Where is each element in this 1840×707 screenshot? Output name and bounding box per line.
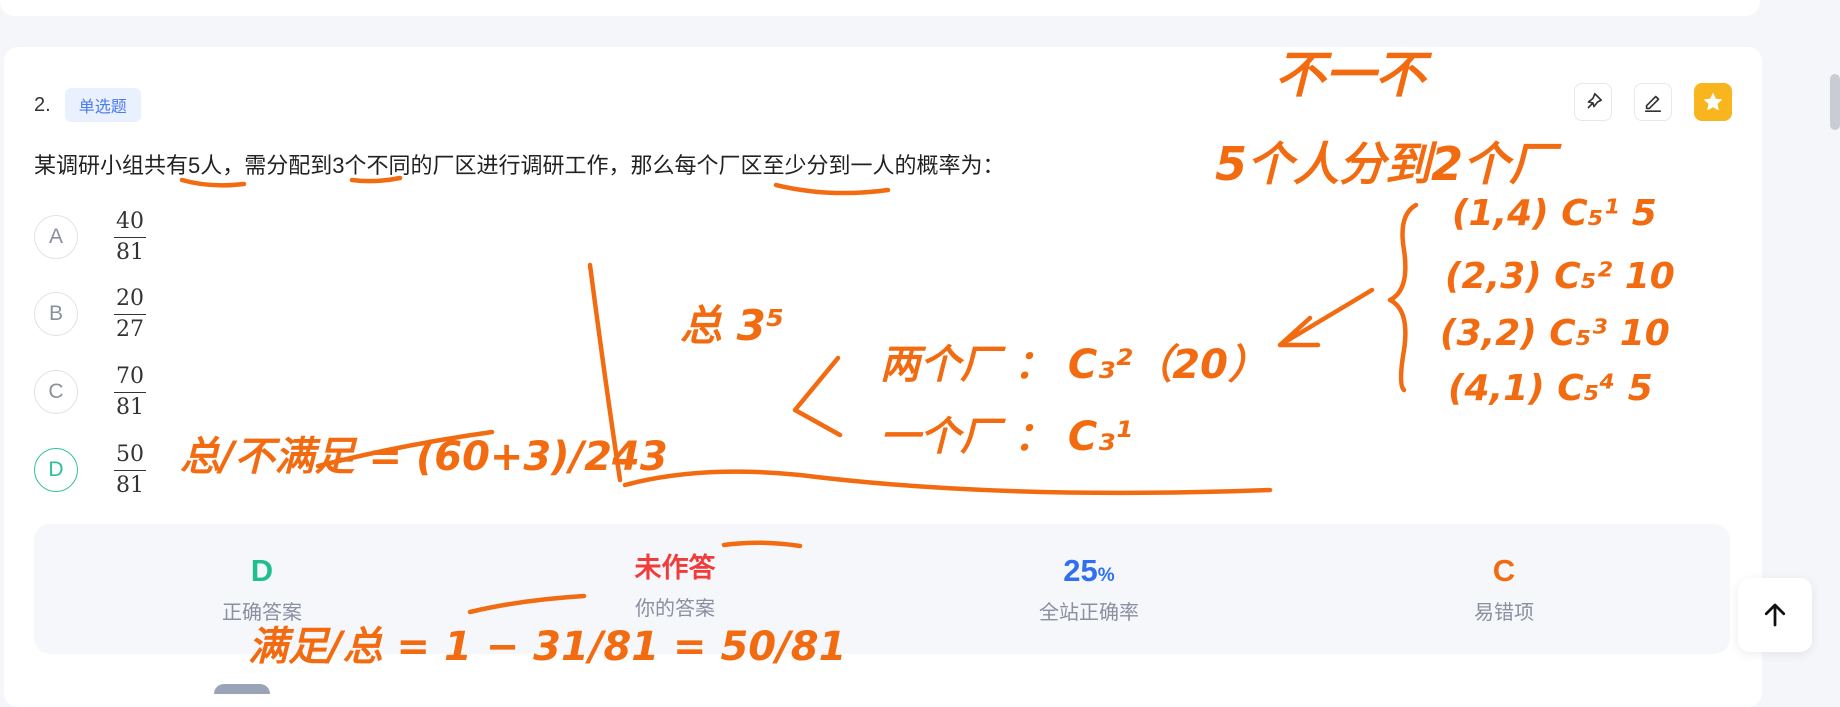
- next-card-edge: [216, 684, 1736, 694]
- stat-your-answer: 未作答 你的答案: [575, 553, 775, 621]
- next-card-tab: [214, 684, 270, 694]
- question-type-badge: 单选题: [64, 88, 141, 122]
- option-fraction: 50 81: [114, 443, 146, 498]
- stat-label: 全站正确率: [1039, 602, 1139, 625]
- arrow-up-icon: [1764, 603, 1786, 627]
- stat-value: C: [1492, 553, 1516, 588]
- fraction-denominator: 81: [116, 394, 144, 420]
- stat-label: 你的答案: [635, 597, 715, 620]
- question-number: 2.: [34, 93, 51, 116]
- pin-button[interactable]: [1574, 83, 1612, 121]
- option-letter: A: [34, 215, 78, 259]
- fraction-denominator: 81: [116, 239, 144, 265]
- option-b[interactable]: B 20 27: [34, 287, 146, 342]
- question-header: 2. 单选题: [34, 88, 141, 122]
- fraction-numerator: 40: [114, 210, 146, 238]
- option-letter: D: [34, 448, 78, 492]
- scroll-to-top-button[interactable]: [1738, 578, 1812, 652]
- accuracy-unit: %: [1097, 565, 1115, 586]
- pin-icon: [1587, 92, 1603, 109]
- option-letter: C: [34, 370, 78, 414]
- option-c[interactable]: C 70 81: [34, 365, 146, 420]
- option-fraction: 20 27: [114, 287, 146, 342]
- fraction-numerator: 70: [114, 365, 146, 393]
- previous-question-card: [0, 0, 1760, 16]
- fraction-denominator: 81: [116, 472, 144, 498]
- star-icon: [1704, 93, 1722, 111]
- option-a[interactable]: A 40 81: [34, 210, 146, 265]
- stat-value: D: [250, 553, 274, 588]
- stat-correct-answer: D 正确答案: [162, 553, 362, 625]
- edit-note-button[interactable]: [1634, 83, 1672, 121]
- question-stem: 某调研小组共有5人，需分配到3个不同的厂区进行调研工作，那么每个厂区至少分到一人…: [34, 153, 1005, 178]
- stat-accuracy: 25% 全站正确率: [989, 553, 1189, 625]
- option-fraction: 70 81: [114, 365, 146, 420]
- answer-stats-panel: D 正确答案 未作答 你的答案 25% 全站正确率 C 易错项: [34, 524, 1730, 654]
- option-d[interactable]: D 50 81: [34, 443, 146, 498]
- page-scrollbar[interactable]: [1830, 74, 1840, 130]
- stat-value: 未作答: [634, 553, 716, 583]
- fraction-numerator: 20: [114, 287, 146, 315]
- next-card-edge: [4, 676, 214, 694]
- stat-value: 25%: [989, 553, 1189, 588]
- accuracy-number: 25: [1063, 553, 1098, 588]
- fraction-numerator: 50: [114, 443, 146, 471]
- option-letter: B: [34, 292, 78, 336]
- option-fraction: 40 81: [114, 210, 146, 265]
- fraction-denominator: 27: [116, 316, 144, 342]
- stat-label: 正确答案: [222, 602, 302, 625]
- favorite-button[interactable]: [1694, 83, 1732, 121]
- edit-icon: [1644, 95, 1662, 112]
- stat-label: 易错项: [1474, 602, 1534, 625]
- stat-common-wrong: C 易错项: [1404, 553, 1604, 625]
